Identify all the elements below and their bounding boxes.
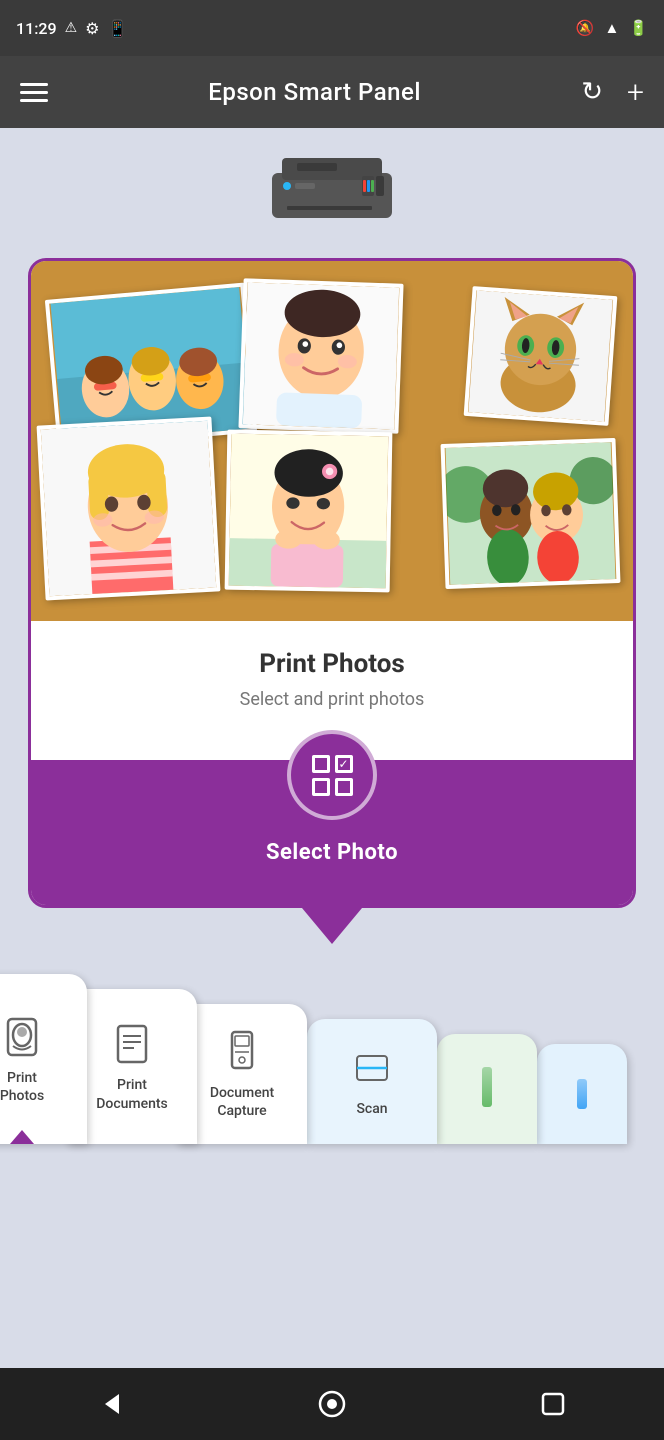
wifi-icon: ▲: [604, 19, 619, 37]
battery-icon: 🔋: [629, 19, 648, 37]
add-button[interactable]: +: [627, 75, 644, 110]
app-title: Epson Smart Panel: [208, 78, 421, 106]
recents-button[interactable]: [528, 1379, 578, 1429]
back-button[interactable]: [86, 1379, 136, 1429]
photo-asian-girl: [225, 430, 393, 593]
tab-scan-label: Scan: [356, 1100, 387, 1118]
card-title: Print Photos: [51, 649, 613, 679]
settings-status-icon: ⚙: [85, 19, 99, 38]
print-photos-icon: [0, 1013, 46, 1061]
print-documents-icon: [108, 1020, 156, 1068]
status-left: 11:29 ⚠ ⚙ 📱: [16, 19, 127, 38]
tab-extra-1[interactable]: [437, 1034, 537, 1144]
tab-stack: PrintPhotos PrintDocuments: [0, 960, 627, 1144]
bottom-tabs: PrintPhotos PrintDocuments: [20, 944, 644, 1144]
scan-icon: [348, 1044, 396, 1092]
bottom-nav: [0, 1368, 664, 1440]
grid-select-icon: ✓: [312, 755, 353, 796]
tab-scan[interactable]: Scan: [307, 1019, 437, 1144]
tab-print-photos-label: PrintPhotos: [0, 1069, 44, 1105]
photo-girl-striped: [37, 417, 221, 601]
tab-extra-2[interactable]: [537, 1044, 627, 1144]
status-bar: 11:29 ⚠ ⚙ 📱 🔕 ▲ 🔋: [0, 0, 664, 56]
refresh-button[interactable]: ↻: [581, 77, 603, 107]
printer-image: [267, 148, 397, 238]
card-subtitle: Select and print photos: [51, 689, 613, 710]
select-photo-button[interactable]: ✓: [287, 730, 377, 820]
home-button[interactable]: [307, 1379, 357, 1429]
document-capture-icon: [218, 1028, 266, 1076]
time-display: 11:29: [16, 19, 57, 38]
main-content: Print Photos Select and print photos ✓ S…: [0, 128, 664, 1144]
photo-collage: [31, 261, 633, 621]
main-card: Print Photos Select and print photos ✓ S…: [28, 258, 636, 908]
app-bar: Epson Smart Panel ↻ +: [0, 56, 664, 128]
status-right: 🔕 ▲ 🔋: [576, 19, 648, 37]
select-photo-label: Select Photo: [266, 840, 398, 865]
tab-print-documents-label: PrintDocuments: [96, 1076, 168, 1112]
photo-two-kids: [441, 438, 621, 589]
photo-baby: [238, 278, 403, 433]
photo-cat: [464, 286, 618, 426]
card-arrow-pointer: [302, 908, 362, 944]
tab-document-capture-label: DocumentCapture: [210, 1084, 274, 1120]
phone-status-icon: 📱: [108, 19, 128, 38]
menu-button[interactable]: [20, 83, 48, 102]
app-bar-actions: ↻ +: [581, 75, 644, 110]
printer-svg: [267, 148, 397, 238]
mute-icon: 🔕: [576, 19, 595, 37]
card-purple-section: ✓ Select Photo: [31, 760, 633, 905]
tab-print-photos[interactable]: PrintPhotos: [0, 974, 87, 1144]
warning-icon: ⚠: [65, 20, 78, 36]
